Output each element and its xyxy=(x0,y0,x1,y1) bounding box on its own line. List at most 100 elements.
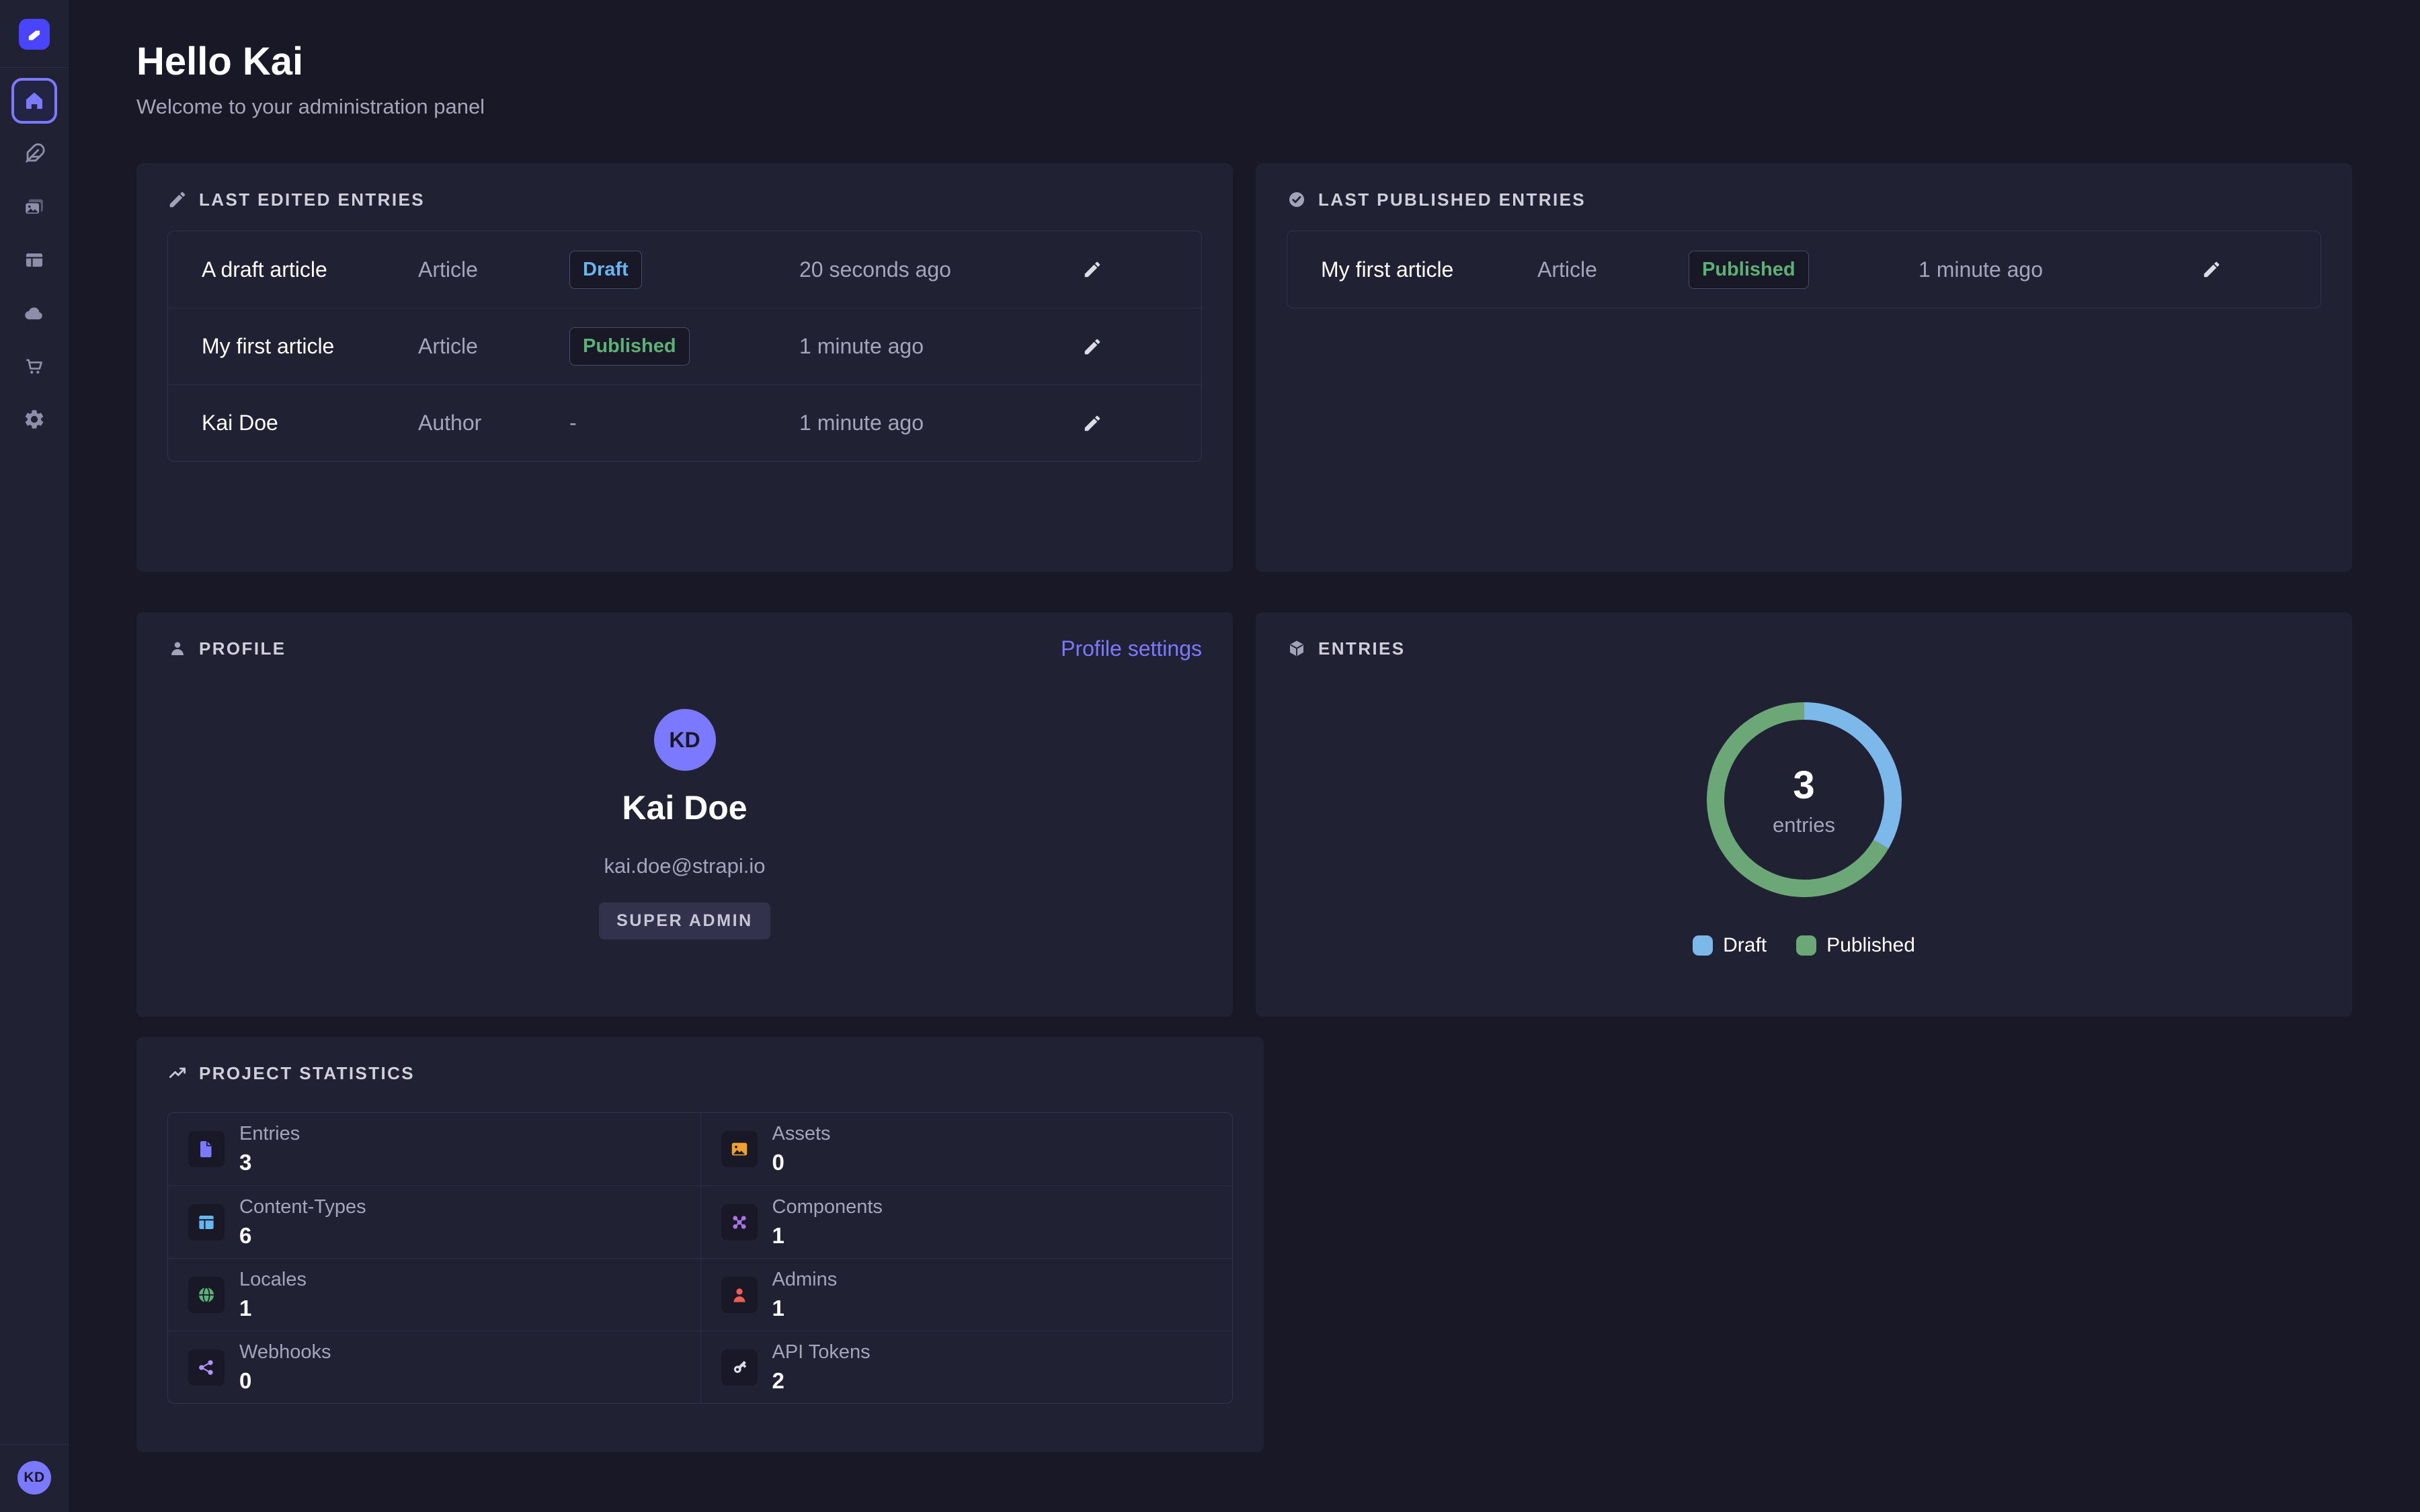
sidebar-item-content-type-builder[interactable] xyxy=(11,237,57,283)
stat-icon-box xyxy=(188,1277,225,1313)
entries-card: ENTRIES 3 entries Draft P xyxy=(1256,612,2352,1017)
stat-admins: Admins 1 xyxy=(700,1258,1233,1331)
edit-entry-button[interactable] xyxy=(1082,337,1102,357)
sidebar-item-home[interactable] xyxy=(11,78,57,124)
last-published-entries-card: LAST PUBLISHED ENTRIES My first article … xyxy=(1256,163,2352,572)
stat-value: 2 xyxy=(772,1368,871,1394)
legend-label: Draft xyxy=(1723,934,1767,957)
last-edited-entries-card: LAST EDITED ENTRIES A draft article Arti… xyxy=(136,163,1233,572)
legend-label: Published xyxy=(1826,934,1915,957)
file-icon xyxy=(196,1139,216,1159)
cloud-icon xyxy=(23,302,46,325)
stat-webhooks: Webhooks 0 xyxy=(168,1331,700,1403)
sidebar-item-media-library[interactable] xyxy=(11,184,57,230)
profile-settings-link[interactable]: Profile settings xyxy=(1061,636,1202,661)
cart-icon xyxy=(23,355,46,378)
entry-name: My first article xyxy=(1321,257,1537,282)
edit-entry-button[interactable] xyxy=(1082,413,1102,433)
last-published-table: My first article Article Published 1 min… xyxy=(1287,230,2321,308)
globe-icon xyxy=(196,1285,216,1305)
trending-up-icon xyxy=(167,1063,188,1083)
status-badge: Published xyxy=(1689,251,1809,289)
stat-content-types: Content-Types 6 xyxy=(168,1185,700,1258)
legend-swatch-published xyxy=(1796,935,1816,956)
status-badge: Published xyxy=(569,327,690,366)
legend-swatch-draft xyxy=(1693,935,1713,956)
puzzle-icon xyxy=(729,1212,750,1232)
entry-name: My first article xyxy=(202,334,418,359)
entries-donut-chart: 3 entries xyxy=(1707,702,1902,900)
entry-time: 1 minute ago xyxy=(1919,257,2202,282)
table-row: My first article Article Published 1 min… xyxy=(1287,231,2321,308)
edit-entry-button[interactable] xyxy=(1082,259,1102,280)
sidebar-item-settings[interactable] xyxy=(11,396,57,442)
user-avatar[interactable]: KD xyxy=(17,1461,51,1495)
sidebar-item-content-manager[interactable] xyxy=(11,131,57,177)
check-circle-icon xyxy=(1287,190,1307,210)
stat-label: Locales xyxy=(239,1269,307,1291)
sidebar-item-cloud[interactable] xyxy=(11,290,57,336)
stat-entries: Entries 3 xyxy=(168,1113,700,1185)
entry-time: 20 seconds ago xyxy=(799,257,1082,282)
stat-value: 1 xyxy=(239,1296,307,1321)
stat-value: 0 xyxy=(772,1150,831,1175)
stat-label: Assets xyxy=(772,1123,831,1145)
sidebar-footer: KD xyxy=(0,1444,69,1512)
legend-item-draft: Draft xyxy=(1693,934,1767,957)
card-title: PROFILE xyxy=(199,638,286,659)
stat-value: 1 xyxy=(772,1296,838,1321)
gear-icon xyxy=(23,408,46,431)
stat-value: 6 xyxy=(239,1223,366,1249)
profile-card: PROFILE Profile settings KD Kai Doe kai.… xyxy=(136,612,1233,1017)
feather-icon xyxy=(23,142,46,165)
project-statistics-card: PROJECT STATISTICS Entries 3 xyxy=(136,1037,1264,1452)
stat-value: 0 xyxy=(239,1368,331,1394)
home-icon xyxy=(22,89,46,113)
sidebar-footer-divider xyxy=(0,1444,69,1445)
table-row: Kai Doe Author - 1 minute ago xyxy=(168,384,1201,461)
webhook-icon xyxy=(196,1357,216,1378)
user-icon xyxy=(167,638,188,659)
entry-type: Author xyxy=(418,411,569,435)
edit-pencil-icon xyxy=(1082,259,1102,280)
stat-assets: Assets 0 xyxy=(700,1113,1233,1185)
stat-label: Webhooks xyxy=(239,1341,331,1363)
admin-user-icon xyxy=(729,1285,750,1305)
stat-locales: Locales 1 xyxy=(168,1258,700,1331)
entry-name: Kai Doe xyxy=(202,411,418,435)
entry-name: A draft article xyxy=(202,257,418,282)
card-title: LAST PUBLISHED ENTRIES xyxy=(1318,190,1586,210)
profile-email: kai.doe@strapi.io xyxy=(167,854,1202,878)
stat-value: 1 xyxy=(772,1223,883,1249)
stats-grid: Entries 3 Assets 0 xyxy=(167,1112,1233,1404)
stat-label: API Tokens xyxy=(772,1341,871,1363)
stat-api-tokens: API Tokens 2 xyxy=(700,1331,1233,1403)
profile-avatar: KD xyxy=(654,709,716,771)
key-icon xyxy=(729,1357,750,1378)
entry-time: 1 minute ago xyxy=(799,334,1082,359)
card-title: PROJECT STATISTICS xyxy=(199,1063,415,1084)
sidebar-item-marketplace[interactable] xyxy=(11,343,57,389)
page-subtitle: Welcome to your administration panel xyxy=(136,95,2352,119)
layout-icon xyxy=(196,1212,216,1232)
stat-label: Components xyxy=(772,1196,883,1218)
edit-pencil-icon xyxy=(1082,337,1102,357)
chart-legend: Draft Published xyxy=(1287,934,2321,957)
table-row: My first article Article Published 1 min… xyxy=(168,308,1201,384)
pencil-icon xyxy=(167,190,188,210)
edit-pencil-icon xyxy=(1082,413,1102,433)
stat-icon-box xyxy=(188,1349,225,1386)
empty-area xyxy=(1287,1037,2352,1452)
main-content: Hello Kai Welcome to your administration… xyxy=(69,0,2420,1512)
donut-total-label: entries xyxy=(1773,813,1835,837)
stat-label: Entries xyxy=(239,1123,300,1145)
role-badge: SUPER ADMIN xyxy=(599,902,770,939)
legend-item-published: Published xyxy=(1796,934,1915,957)
stat-value: 3 xyxy=(239,1150,300,1175)
edit-entry-button[interactable] xyxy=(2202,259,2222,280)
profile-name: Kai Doe xyxy=(167,788,1202,827)
layout-icon xyxy=(23,249,46,271)
entry-time: 1 minute ago xyxy=(799,411,1082,435)
status-badge: Draft xyxy=(569,251,642,289)
media-library-icon xyxy=(23,196,46,218)
